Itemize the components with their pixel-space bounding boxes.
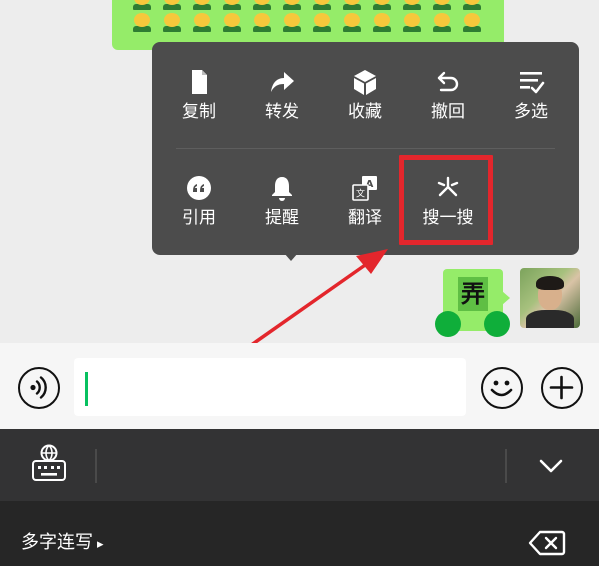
emoji-face-icon <box>432 0 452 10</box>
input-mode-label: 多字连写 <box>21 532 93 553</box>
emoji-face-icon <box>192 0 212 10</box>
emoji-face-icon <box>372 12 392 32</box>
emoji-face-icon <box>162 12 182 32</box>
toolbar-separator <box>505 449 507 483</box>
emoji-face-icon <box>432 12 452 32</box>
emoji-face-icon <box>192 12 212 32</box>
emoji-face-icon <box>312 0 332 10</box>
emoji-face-icon <box>222 12 242 32</box>
menu-item-favorite[interactable]: 收藏 <box>330 68 400 128</box>
emoji-face-icon <box>462 0 482 10</box>
plus-icon <box>549 375 574 400</box>
keyboard-collapse-button[interactable] <box>536 451 566 481</box>
keyboard-switch-button[interactable] <box>30 443 68 483</box>
emoji-face-icon <box>462 12 482 32</box>
voice-icon <box>30 376 47 399</box>
menu-item-label: 收藏 <box>348 102 382 122</box>
menu-item-label: 引用 <box>182 208 216 228</box>
menu-item-label: 撤回 <box>431 102 465 122</box>
emoji-row <box>132 0 482 10</box>
backspace-icon <box>528 530 566 556</box>
menu-divider <box>176 148 555 149</box>
sticker-message-bubble[interactable]: 弄 <box>435 269 510 337</box>
emoji-face-icon <box>282 0 302 10</box>
chevron-down-icon <box>539 459 563 473</box>
menu-pointer <box>284 253 298 261</box>
emoji-face-icon <box>282 12 302 32</box>
message-input-bar <box>0 343 599 429</box>
undo-icon <box>437 71 459 92</box>
checklist-icon <box>520 72 545 94</box>
menu-item-label: 提醒 <box>265 208 299 228</box>
menu-item-forward[interactable]: 转发 <box>247 68 317 128</box>
sticker-text: 弄 <box>458 277 488 311</box>
translate-icon: A 文 <box>352 176 377 201</box>
smiley-icon <box>490 380 513 397</box>
play-triangle-icon: ▸ <box>97 537 104 552</box>
annotation-highlight-box <box>399 155 493 245</box>
more-functions-button[interactable] <box>541 367 583 409</box>
menu-item-remind[interactable]: 提醒 <box>247 174 317 234</box>
backspace-button[interactable] <box>528 529 566 557</box>
menu-item-label: 翻译 <box>348 208 382 228</box>
menu-item-label: 转发 <box>265 102 299 122</box>
menu-item-copy[interactable]: 复制 <box>164 68 234 128</box>
emoji-face-icon <box>342 0 362 10</box>
keyboard-toolbar <box>0 429 599 501</box>
sticker-decoration <box>435 311 461 337</box>
user-avatar[interactable] <box>520 268 580 328</box>
emoji-face-icon <box>252 0 272 10</box>
emoji-row <box>132 12 482 32</box>
emoji-face-icon <box>402 12 422 32</box>
menu-item-recall[interactable]: 撤回 <box>413 68 483 128</box>
svg-text:文: 文 <box>356 188 365 200</box>
share-arrow-icon <box>271 72 294 92</box>
emoji-face-icon <box>222 0 242 10</box>
bell-icon <box>272 177 292 201</box>
emoji-face-icon <box>372 0 392 10</box>
emoji-face-icon <box>132 12 152 32</box>
emoji-face-icon <box>342 12 362 32</box>
toolbar-separator <box>95 449 97 483</box>
voice-button[interactable] <box>18 367 60 409</box>
menu-item-translate[interactable]: A 文 翻译 <box>330 174 400 234</box>
menu-item-quote[interactable]: 引用 <box>164 174 234 234</box>
message-input[interactable] <box>74 358 466 416</box>
sticker-decoration <box>484 311 510 337</box>
text-caret <box>85 372 88 406</box>
emoji-face-icon <box>252 12 272 32</box>
emoji-face-icon <box>312 12 332 32</box>
emoji-face-icon <box>132 0 152 10</box>
message-context-menu: 复制 转发 收藏 撤回 多选 引用 提醒 A 文 翻译 搜一搜 <box>152 42 579 255</box>
menu-item-multiselect[interactable]: 多选 <box>496 68 566 128</box>
emoji-face-icon <box>402 0 422 10</box>
menu-item-label: 多选 <box>514 102 548 122</box>
input-mode-toggle[interactable]: 多字连写 ▸ <box>21 531 104 557</box>
cube-icon <box>354 70 376 95</box>
document-icon <box>192 70 207 94</box>
emoji-face-icon <box>162 0 182 10</box>
emoji-button[interactable] <box>481 367 523 409</box>
menu-item-label: 复制 <box>182 102 216 122</box>
quote-icon <box>187 176 211 200</box>
globe-keyboard-icon <box>32 444 66 481</box>
keyboard-area: 多字连写 ▸ <box>0 501 599 566</box>
